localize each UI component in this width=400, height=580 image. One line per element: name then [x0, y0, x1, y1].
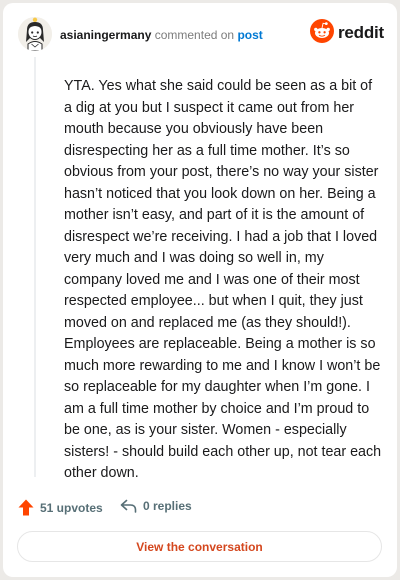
snoo-avatar-icon[interactable]: [18, 17, 52, 51]
reddit-wordmark: reddit: [338, 23, 385, 42]
comment-card: asianingermany commented on post reddit: [3, 3, 397, 577]
reddit-snoo-icon: [310, 18, 334, 48]
thread-line[interactable]: [34, 57, 36, 477]
upvote-arrow-icon: [18, 499, 34, 516]
comment-header: asianingermany commented on post reddit: [3, 3, 397, 63]
upvote-button[interactable]: 51 upvotes: [18, 499, 103, 516]
post-link[interactable]: post: [237, 28, 262, 42]
upvote-count: 51 upvotes: [40, 500, 103, 515]
view-conversation-button[interactable]: View the conversation: [17, 531, 382, 562]
reddit-logo[interactable]: reddit: [310, 18, 385, 48]
replies-button[interactable]: 0 replies: [120, 499, 192, 513]
replies-count: 0 replies: [143, 499, 192, 513]
reply-arrow-icon: [120, 499, 137, 513]
comment-body: YTA. Yes what she said could be seen as …: [64, 78, 382, 481]
comment-meta: asianingermany commented on post: [60, 28, 263, 42]
username-link[interactable]: asianingermany: [60, 28, 151, 42]
comment-actions: 51 upvotes 0 replies: [3, 497, 397, 521]
action-text: commented on: [154, 28, 235, 42]
